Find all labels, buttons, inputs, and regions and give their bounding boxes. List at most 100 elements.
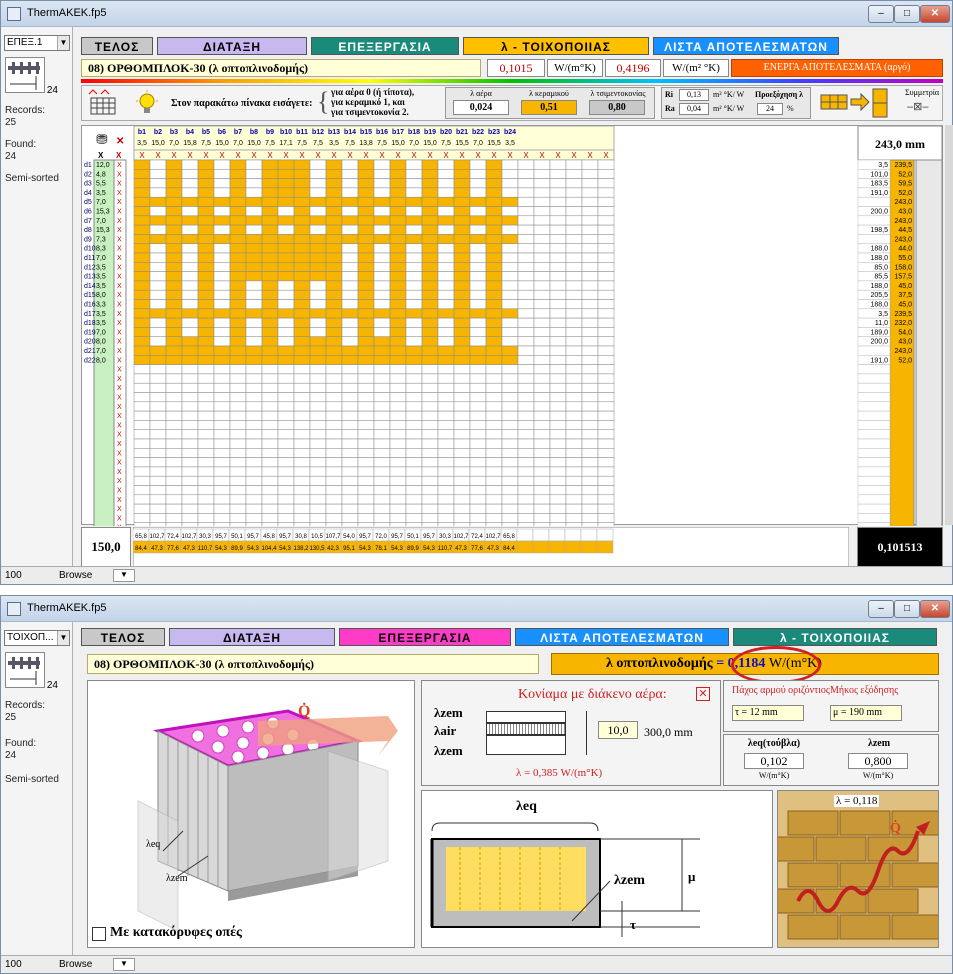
book-icon[interactable]: 24 — [5, 57, 58, 96]
grid-cell — [501, 392, 519, 403]
grid-cell — [165, 438, 183, 449]
lambda-air-field[interactable]: 0,024 — [453, 100, 509, 115]
grid-cell — [165, 392, 183, 403]
minimize-button[interactable]: – — [868, 5, 894, 23]
tab-end[interactable]: ΤΕΛΟΣ — [81, 37, 153, 55]
zoom-level[interactable]: 100 — [5, 570, 22, 581]
layout-select[interactable]: ΤΟΙΧΟΠ... ▼ — [4, 630, 70, 646]
grid-cell — [421, 215, 439, 226]
length-field[interactable]: μ = 190 mm — [830, 705, 902, 721]
tab-wall-lambda[interactable]: λ - ΤΟΙΧΟΠΟΙΙΑΣ — [463, 37, 649, 55]
grid-cell — [373, 355, 391, 365]
grid-cell — [309, 243, 327, 254]
convert-icon[interactable] — [819, 87, 891, 119]
total-value-top: 65,8 — [503, 534, 515, 540]
tab-layout[interactable]: ΔΙΑΤΑΞΗ — [169, 628, 335, 646]
row-head: d5 — [84, 199, 92, 206]
ri-label: Ri — [665, 90, 673, 99]
total-value-bottom: 77,6 — [167, 546, 179, 552]
tab-results-list[interactable]: ΛΙΣΤΑ ΑΠΟΤΕΛΕΣΜΑΤΩΝ — [653, 37, 839, 55]
grid-cell — [261, 410, 279, 421]
grid-cell — [181, 196, 199, 207]
mode-dropdown[interactable]: ▼ — [113, 958, 135, 971]
maximize-button[interactable]: □ — [894, 600, 920, 618]
column-x-mark: X — [459, 151, 465, 160]
lambda-ceramic-field[interactable]: 0,51 — [521, 100, 577, 115]
grid-cell — [309, 382, 327, 393]
column-x-mark: X — [331, 151, 337, 160]
grid-cell — [533, 410, 551, 421]
tab-edit[interactable]: ΕΠΕΞΕΡΓΑΣΙΑ — [339, 628, 511, 646]
grid-cell — [341, 475, 359, 486]
grid-cell — [245, 224, 263, 235]
zoom-level[interactable]: 100 — [5, 959, 22, 970]
row-height: 8,0 — [96, 339, 106, 346]
grid-cell — [277, 196, 295, 207]
active-results-button[interactable]: ΕΝΕΡΓΑ ΑΠΟΤΕΛΕΣΜΑΤΑ (αργό) — [731, 59, 943, 77]
grid-scrollbar[interactable] — [945, 125, 953, 525]
u-value-field[interactable]: 0,4196 — [605, 59, 661, 77]
found-value: 24 — [5, 151, 17, 162]
wall-grid-panel: ⛃ ✕ X Xb1 3,5 Xb2 15,0 Xb3 7,0 Xb4 15,8 Xb5 7,5 Xb6 15… — [81, 125, 944, 533]
grid-cell — [309, 364, 327, 375]
right-value-b: 52,0 — [898, 357, 912, 364]
grid-cell — [517, 196, 535, 207]
grid-cell — [357, 503, 375, 514]
grid-cell — [421, 438, 439, 449]
ri-field[interactable]: 0,13 — [679, 89, 709, 101]
grid-cell — [549, 475, 567, 486]
wall-photo: λ = 0,118 Q̇ — [777, 790, 939, 948]
ra-field[interactable]: 0,04 — [679, 103, 709, 115]
mode-dropdown[interactable]: ▼ — [113, 569, 135, 582]
tab-end[interactable]: ΤΕΛΟΣ — [81, 628, 165, 646]
column-head: b6 — [218, 129, 226, 136]
total-cell-top — [548, 528, 566, 542]
grid-cell — [277, 317, 295, 328]
leq-field[interactable]: 0,102 — [744, 753, 804, 769]
air-gap-field[interactable]: 10,0 — [598, 721, 638, 739]
tab-wall-lambda[interactable]: λ - ΤΟΙΧΟΠΟΙΙΑΣ — [733, 628, 937, 646]
tab-edit[interactable]: ΕΠΕΞΕΡΓΑΣΙΑ — [311, 37, 459, 55]
maximize-button[interactable]: □ — [894, 5, 920, 23]
joint-field[interactable]: τ = 12 mm — [732, 705, 804, 721]
grid-cell — [389, 271, 407, 282]
minimize-button[interactable]: – — [868, 600, 894, 618]
grid-cell — [517, 392, 535, 403]
grid-cell — [581, 308, 599, 319]
grid-cell — [357, 234, 375, 244]
column-width: 15,5 — [487, 140, 501, 147]
lambda-value-field[interactable]: 0,1015 — [487, 59, 545, 77]
book-icon[interactable]: 24 — [5, 652, 58, 691]
air-gap-checkbox[interactable]: ✕ — [696, 687, 710, 701]
grid-cell — [197, 196, 215, 207]
grid-cell — [165, 420, 183, 430]
layout-select[interactable]: ΕΠΕΞ.1 ▼ — [4, 35, 70, 51]
grid-cell — [245, 475, 263, 486]
grid-cell — [405, 224, 423, 235]
close-button[interactable]: ✕ — [920, 5, 950, 23]
grid-cell — [597, 420, 615, 430]
grid-cell — [581, 475, 599, 486]
wall-grid[interactable]: ⛃ ✕X Xb13,5Xb215,0Xb37,0Xb415,8Xb57,5Xb615… — [82, 125, 944, 533]
grid-cell — [389, 336, 407, 347]
projection-field[interactable]: 24 — [757, 103, 783, 115]
grid-cell — [197, 364, 215, 375]
grid-cell — [133, 327, 151, 337]
grid-cell — [405, 243, 423, 254]
grid-cell — [597, 187, 615, 198]
lzem-field[interactable]: 0,800 — [848, 753, 908, 769]
tab-layout[interactable]: ΔΙΑΤΑΞΗ — [157, 37, 307, 55]
tab-results-list[interactable]: ΛΙΣΤΑ ΑΠΟΤΕΛΕΣΜΑΤΩΝ — [515, 628, 729, 646]
grid-cell — [469, 308, 487, 319]
vertical-holes-checkbox[interactable] — [92, 927, 106, 941]
grid-cell — [277, 289, 295, 300]
close-button[interactable]: ✕ — [920, 600, 950, 618]
grid-cell — [565, 262, 583, 272]
lambda-mortar-field[interactable]: 0,80 — [589, 100, 645, 115]
grid-cell — [469, 252, 487, 263]
grid-cell — [453, 280, 471, 291]
grid-cell — [485, 262, 503, 272]
symmetry-icon[interactable]: –⊠– — [907, 100, 928, 113]
grid-cell — [469, 438, 487, 449]
grid-cell — [181, 159, 199, 170]
